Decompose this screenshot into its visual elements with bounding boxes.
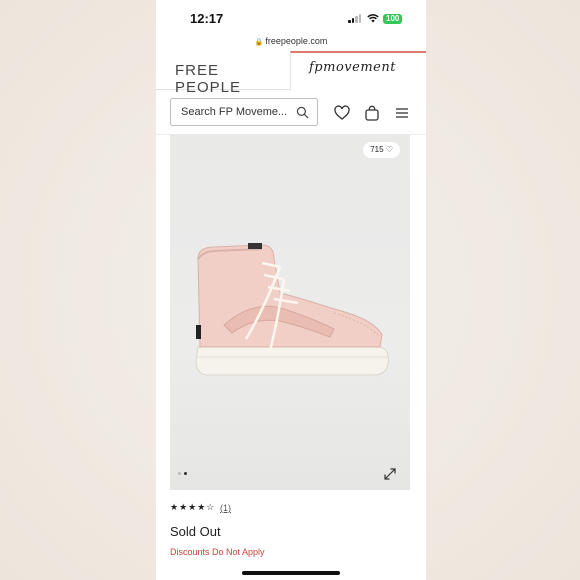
signal-icon	[348, 14, 362, 23]
pagination-dot[interactable]	[178, 472, 181, 475]
status-bar: 12:17 100	[156, 0, 426, 36]
rating-stars[interactable]: ★★★★☆	[170, 502, 215, 513]
fp-movement-logo: fpmovement	[309, 60, 396, 75]
discount-notice: Discounts Do Not Apply	[170, 547, 265, 557]
review-count-link[interactable]: (1)	[220, 503, 231, 513]
tab-fp-movement[interactable]: fpmovement	[290, 51, 426, 91]
phone-screen: 12:17 100 🔒 freepeople.com FREE PEOPLE fp…	[156, 0, 426, 580]
brand-tabs: FREE PEOPLE fpmovement	[156, 51, 426, 96]
availability-status: Sold Out	[170, 524, 221, 539]
search-icon[interactable]	[296, 106, 309, 119]
bag-icon[interactable]	[364, 105, 380, 121]
url-text: freepeople.com	[265, 36, 328, 46]
home-indicator[interactable]	[242, 571, 340, 575]
search-input[interactable]: Search FP Moveme...	[170, 98, 318, 126]
wifi-icon	[367, 14, 379, 23]
tab-free-people[interactable]: FREE PEOPLE	[156, 51, 290, 96]
heart-icon[interactable]	[334, 105, 350, 121]
search-placeholder: Search FP Moveme...	[181, 106, 288, 118]
likes-count: 715	[370, 145, 384, 154]
product-shoe-image	[195, 243, 389, 376]
image-pagination[interactable]	[178, 462, 190, 480]
clock: 12:17	[190, 11, 224, 26]
search-header: Search FP Moveme...	[156, 90, 426, 135]
pagination-dot-active[interactable]	[184, 472, 187, 475]
lock-icon: 🔒	[254, 39, 264, 46]
heart-outline-icon: ♡	[385, 145, 393, 154]
expand-icon[interactable]	[384, 468, 396, 480]
likes-button[interactable]: 715 ♡	[363, 142, 400, 158]
product-image[interactable]: 715 ♡	[170, 134, 410, 490]
address-bar[interactable]: 🔒 freepeople.com	[156, 36, 426, 50]
menu-icon[interactable]	[394, 105, 410, 121]
battery-indicator: 100	[383, 14, 403, 24]
